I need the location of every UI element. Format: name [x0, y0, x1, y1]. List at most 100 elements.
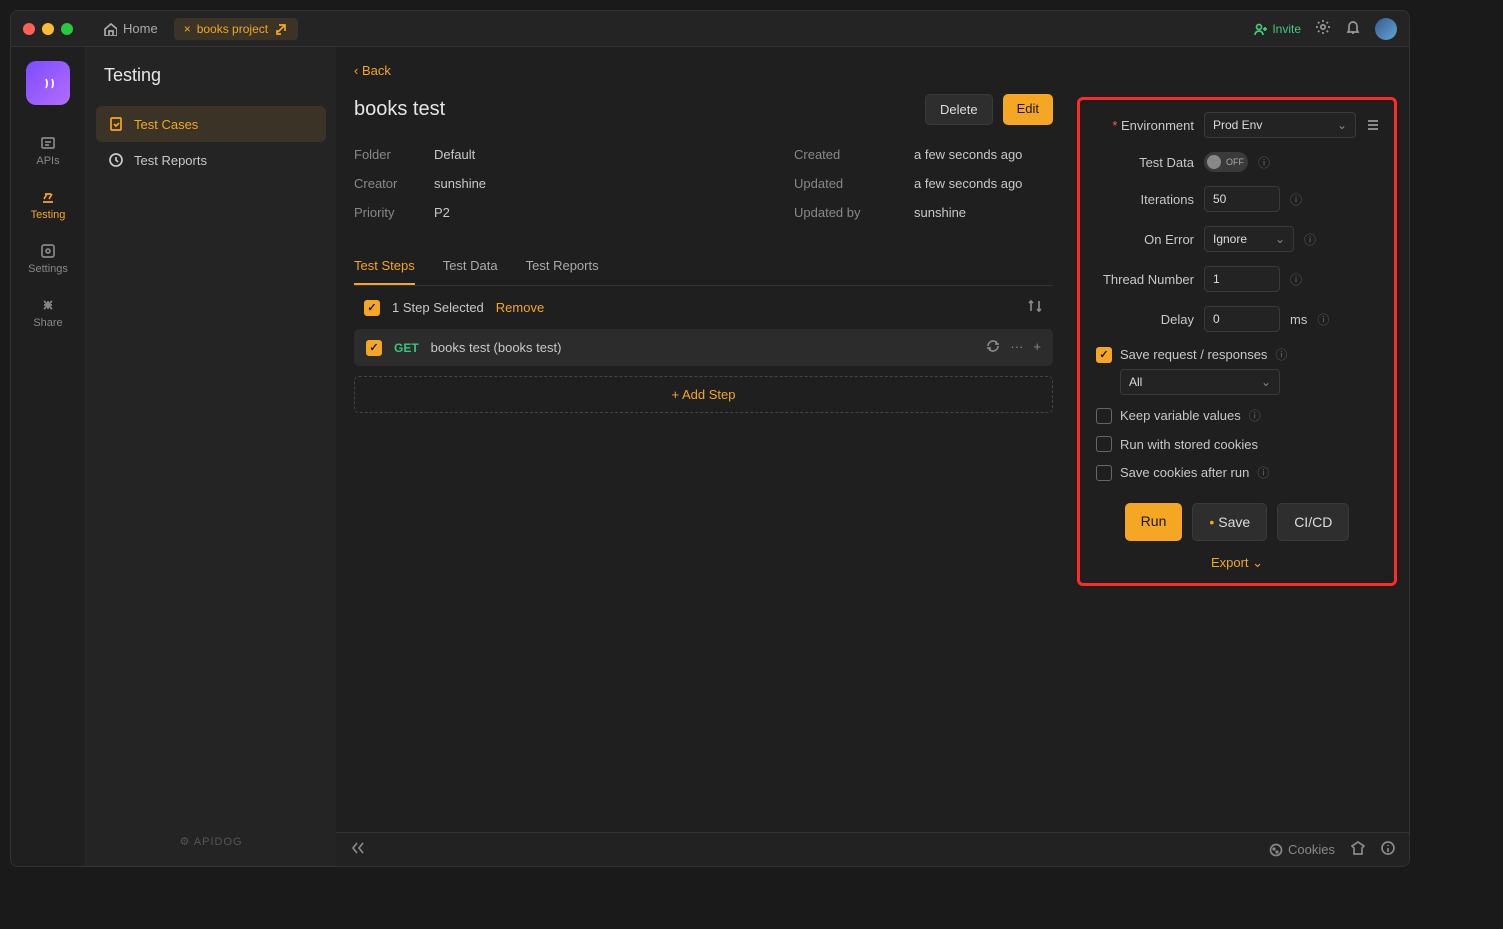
step-method: GET	[394, 341, 419, 355]
tab-test-reports[interactable]: Test Reports	[526, 248, 599, 285]
bell-icon[interactable]	[1345, 19, 1361, 38]
row-test-data: Test Data OFF ⓘ	[1094, 152, 1380, 172]
tab-test-data[interactable]: Test Data	[443, 248, 498, 285]
onerror-select[interactable]: Ignore ⌄	[1204, 226, 1294, 252]
settings-gear-icon[interactable]	[1315, 19, 1331, 38]
sidebar-title: Testing	[96, 65, 326, 106]
invite-button[interactable]: Invite	[1254, 22, 1301, 36]
run-button[interactable]: Run	[1125, 503, 1183, 541]
meta-priority-label: Priority	[354, 205, 434, 220]
onerror-value: Ignore	[1213, 232, 1247, 246]
tab-close-icon[interactable]: ×	[184, 22, 191, 36]
rail-testing-label: Testing	[31, 209, 66, 221]
toggle-knob	[1207, 155, 1221, 169]
rail-apis[interactable]: APIs	[36, 135, 59, 167]
window-min-dot[interactable]	[42, 23, 54, 35]
delay-unit: ms	[1290, 312, 1307, 327]
title-bar-left: Home × books project	[23, 17, 298, 40]
help-icon[interactable]: ⓘ	[1257, 464, 1269, 481]
thread-label: Thread Number	[1094, 272, 1194, 287]
tab-test-steps[interactable]: Test Steps	[354, 248, 415, 285]
keep-vars-checkbox[interactable]	[1096, 408, 1112, 424]
save-request-mode-select[interactable]: All ⌄	[1120, 369, 1280, 395]
content-column: ‹ Back books test Delete Edit Folder Def…	[336, 47, 1071, 832]
row-delay: Delay ms ⓘ	[1094, 306, 1380, 332]
plus-icon[interactable]: +	[1033, 339, 1041, 356]
sidebar-test-reports-label: Test Reports	[134, 153, 207, 168]
rail-settings[interactable]: Settings	[28, 243, 68, 275]
save-cookies-checkbox[interactable]	[1096, 465, 1112, 481]
user-plus-icon	[1254, 22, 1268, 36]
info-icon[interactable]	[1381, 841, 1395, 858]
apidog-brand: APIDOG	[194, 836, 243, 848]
testdata-toggle[interactable]: OFF	[1204, 152, 1248, 172]
meta-folder-value: Default	[434, 147, 794, 162]
title-bar: Home × books project Invite	[11, 11, 1409, 47]
meta-updated-label: Updated	[794, 176, 914, 191]
export-link[interactable]: Export ⌄	[1094, 555, 1380, 571]
home-crumb[interactable]: Home	[95, 17, 166, 40]
help-icon[interactable]: ⓘ	[1290, 191, 1302, 208]
window-close-dot[interactable]	[23, 23, 35, 35]
env-manage-icon[interactable]	[1366, 117, 1380, 134]
rail-share[interactable]: Share	[33, 297, 62, 329]
rail-testing[interactable]: Testing	[31, 189, 66, 221]
remove-selected-link[interactable]: Remove	[496, 300, 544, 315]
help-icon[interactable]: ⓘ	[1258, 154, 1270, 171]
thread-input[interactable]	[1204, 266, 1280, 292]
run-buttons: Run •Save CI/CD	[1094, 503, 1380, 541]
save-request-row: ✓ Save request / responses ⓘ	[1096, 346, 1380, 363]
help-icon[interactable]: ⓘ	[1304, 231, 1316, 248]
back-link[interactable]: ‹ Back	[354, 63, 1053, 78]
sidebar-test-reports[interactable]: Test Reports	[96, 142, 326, 178]
select-all-checkbox[interactable]: ✓	[364, 300, 380, 316]
collapse-sidebar-icon[interactable]	[350, 840, 366, 859]
selected-count: 1 Step Selected	[392, 300, 484, 315]
meta-updated-value: a few seconds ago	[914, 176, 1071, 191]
edit-button[interactable]: Edit	[1003, 94, 1053, 125]
window-max-dot[interactable]	[61, 23, 73, 35]
app-logo[interactable]	[26, 61, 70, 105]
refresh-icon[interactable]	[986, 339, 1000, 356]
cicd-button[interactable]: CI/CD	[1277, 503, 1349, 541]
sidebar: Testing Test Cases Test Reports ⚙ APIDOG	[86, 47, 336, 866]
save-request-mode-value: All	[1129, 375, 1142, 389]
shirt-icon[interactable]	[1351, 841, 1365, 858]
meta-creator-label: Creator	[354, 176, 434, 191]
nav-rail: APIs Testing Settings Share	[11, 47, 86, 866]
cookies-link[interactable]: Cookies	[1269, 842, 1335, 857]
help-icon[interactable]: ⓘ	[1290, 271, 1302, 288]
help-icon[interactable]: ⓘ	[1317, 311, 1329, 328]
user-avatar[interactable]	[1375, 18, 1397, 40]
project-tab[interactable]: × books project	[174, 18, 298, 40]
doc-check-icon	[108, 116, 124, 132]
sidebar-footer: ⚙ APIDOG	[96, 835, 326, 848]
unsaved-dot-icon: •	[1209, 514, 1214, 530]
sidebar-test-cases[interactable]: Test Cases	[96, 106, 326, 142]
save-request-checkbox[interactable]: ✓	[1096, 347, 1112, 363]
sidebar-test-cases-label: Test Cases	[134, 117, 198, 132]
cookie-icon	[1269, 843, 1283, 857]
save-req-block: ✓ Save request / responses ⓘ All ⌄	[1096, 346, 1380, 395]
bottom-bar: Cookies	[336, 832, 1409, 866]
save-cookies-row: Save cookies after run ⓘ	[1096, 464, 1380, 481]
save-button[interactable]: •Save	[1192, 503, 1267, 541]
step-checkbox[interactable]: ✓	[366, 340, 382, 356]
meta-folder-label: Folder	[354, 147, 434, 162]
sort-icon[interactable]	[1027, 298, 1043, 317]
help-icon[interactable]: ⓘ	[1249, 407, 1261, 424]
row-iterations: Iterations ⓘ	[1094, 186, 1380, 212]
help-icon[interactable]: ⓘ	[1275, 346, 1287, 363]
step-row[interactable]: ✓ GET books test (books test) ··· +	[354, 329, 1053, 366]
iterations-input[interactable]	[1204, 186, 1280, 212]
run-cookies-checkbox[interactable]	[1096, 436, 1112, 452]
add-step-button[interactable]: + Add Step	[354, 376, 1053, 413]
save-request-label: Save request / responses	[1120, 347, 1267, 362]
environment-select[interactable]: Prod Env ⌄	[1204, 112, 1356, 138]
delay-input[interactable]	[1204, 306, 1280, 332]
main-area: ‹ Back books test Delete Edit Folder Def…	[336, 47, 1409, 866]
run-panel: Environment Prod Env ⌄ Test Data	[1077, 97, 1397, 586]
delete-button[interactable]: Delete	[925, 94, 993, 125]
more-icon[interactable]: ···	[1010, 339, 1023, 356]
content-tabs: Test Steps Test Data Test Reports	[354, 248, 1053, 286]
